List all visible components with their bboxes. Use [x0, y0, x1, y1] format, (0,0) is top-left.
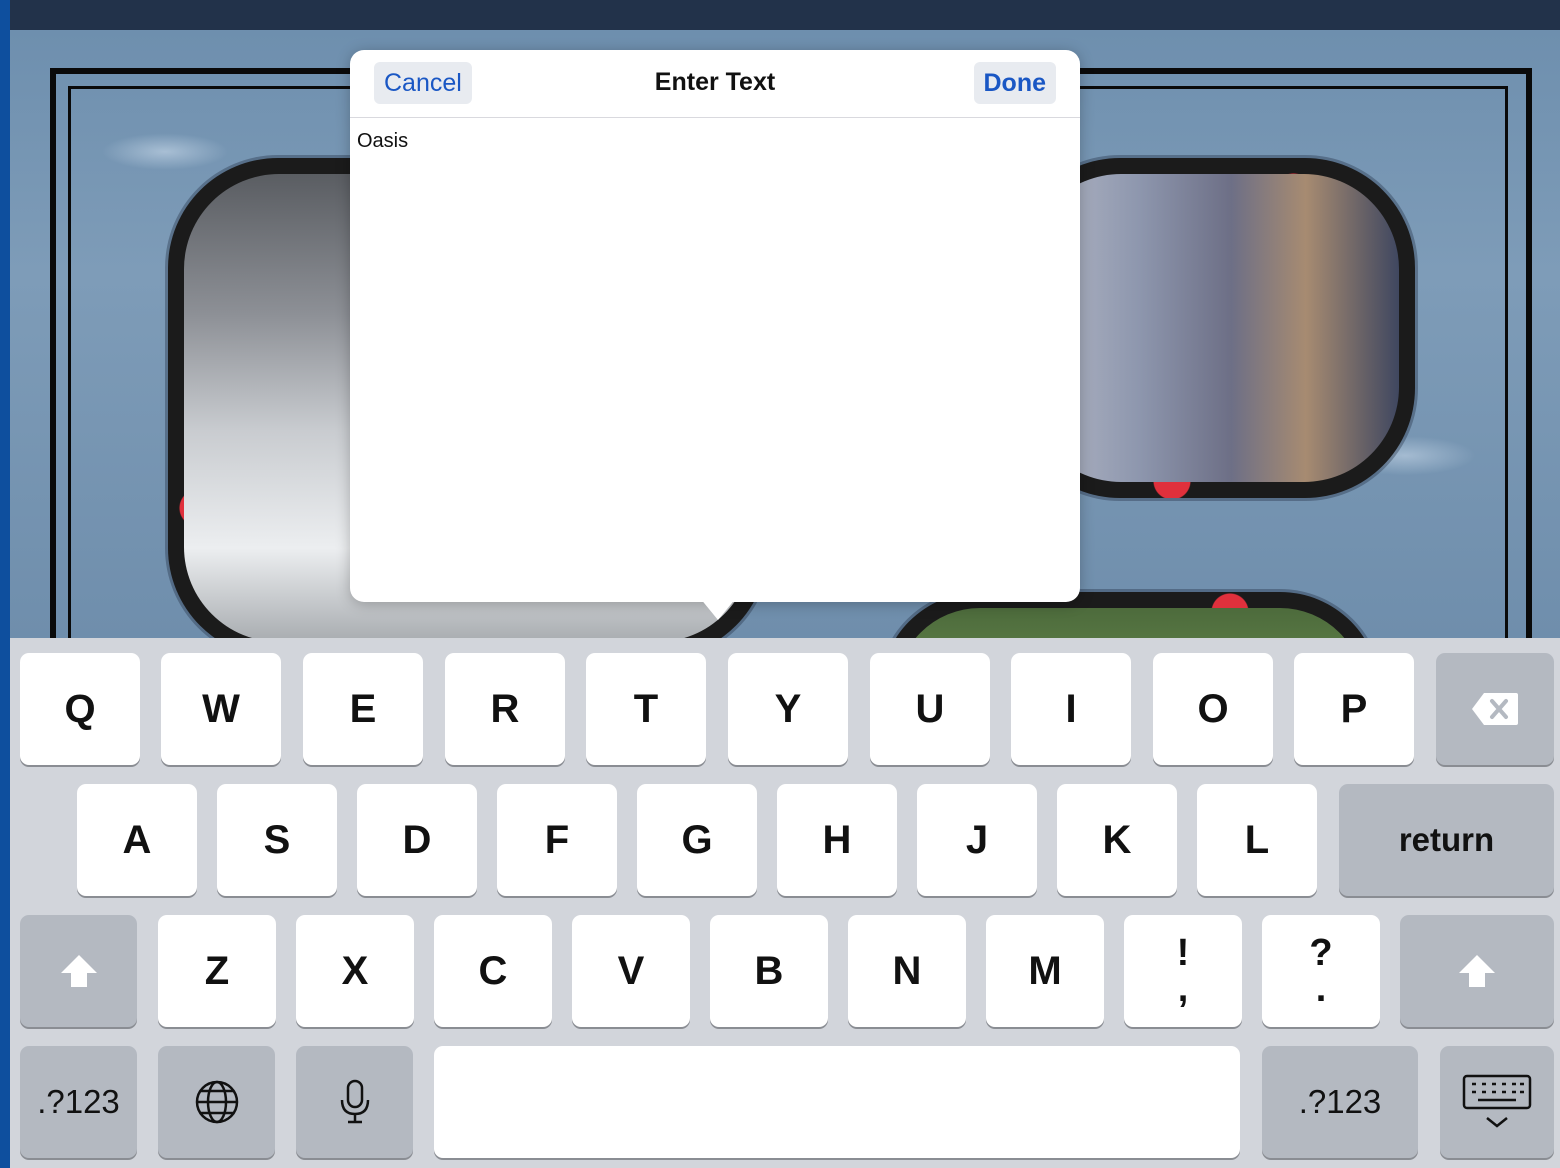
popover-arrow — [700, 598, 736, 620]
key-a[interactable]: A — [77, 784, 197, 896]
key-u[interactable]: U — [870, 653, 990, 765]
key-f[interactable]: F — [497, 784, 617, 896]
key-e[interactable]: E — [303, 653, 423, 765]
key-g[interactable]: G — [637, 784, 757, 896]
shift-icon — [1459, 955, 1495, 987]
key-o[interactable]: O — [1153, 653, 1273, 765]
microphone-key[interactable] — [296, 1046, 413, 1158]
return-key[interactable]: return — [1339, 784, 1554, 896]
status-bar — [10, 0, 1560, 30]
keyboard-dismiss-icon — [1462, 1074, 1532, 1128]
shift-key-left[interactable] — [20, 915, 137, 1027]
key-exclamation-comma[interactable]: ! , — [1124, 915, 1242, 1027]
key-h[interactable]: H — [777, 784, 897, 896]
key-z[interactable]: Z — [158, 915, 276, 1027]
key-i[interactable]: I — [1011, 653, 1131, 765]
key-w[interactable]: W — [161, 653, 281, 765]
key-question-period[interactable]: ? . — [1262, 915, 1380, 1027]
key-exclamation-label: ! — [1176, 932, 1190, 974]
key-comma-label: , — [1177, 968, 1189, 1010]
space-bar[interactable] — [434, 1046, 1240, 1158]
done-button[interactable]: Done — [973, 62, 1056, 104]
key-p[interactable]: P — [1294, 653, 1414, 765]
key-y[interactable]: Y — [728, 653, 848, 765]
key-j[interactable]: J — [917, 784, 1037, 896]
key-d[interactable]: D — [357, 784, 477, 896]
key-q[interactable]: Q — [20, 653, 140, 765]
backspace-key[interactable] — [1436, 653, 1554, 765]
popover-title: Enter Text — [654, 68, 776, 96]
stones-photo — [1026, 174, 1399, 482]
key-b[interactable]: B — [710, 915, 828, 1027]
key-t[interactable]: T — [586, 653, 706, 765]
numbers-key-left[interactable]: .?123 — [20, 1046, 137, 1158]
text-entry-popover: Cancel Enter Text Done Oasis — [350, 50, 1080, 602]
globe-icon — [195, 1080, 238, 1124]
key-s[interactable]: S — [217, 784, 337, 896]
shift-icon — [60, 955, 97, 987]
text-input-area[interactable]: Oasis — [350, 118, 1080, 602]
key-v[interactable]: V — [572, 915, 690, 1027]
key-x[interactable]: X — [296, 915, 414, 1027]
key-c[interactable]: C — [434, 915, 552, 1027]
key-m[interactable]: M — [986, 915, 1104, 1027]
key-question-label: ? — [1309, 932, 1333, 974]
shift-key-right[interactable] — [1400, 915, 1554, 1027]
globe-key[interactable] — [158, 1046, 275, 1158]
backspace-icon — [1472, 693, 1518, 725]
key-k[interactable]: K — [1057, 784, 1177, 896]
key-r[interactable]: R — [445, 653, 565, 765]
microphone-icon — [340, 1079, 369, 1124]
key-period-label: . — [1315, 968, 1327, 1010]
text-input-value: Oasis — [357, 130, 409, 152]
app-frame: Cancel Enter Text Done Oasis Q W E R T Y… — [10, 0, 1560, 1168]
key-n[interactable]: N — [848, 915, 966, 1027]
dismiss-keyboard-key[interactable] — [1440, 1046, 1554, 1158]
popover-header: Cancel Enter Text Done — [350, 50, 1080, 118]
on-screen-keyboard: Q W E R T Y U I O P A S D F G H J K L re… — [10, 638, 1560, 1168]
numbers-key-right[interactable]: .?123 — [1262, 1046, 1418, 1158]
key-l[interactable]: L — [1197, 784, 1317, 896]
